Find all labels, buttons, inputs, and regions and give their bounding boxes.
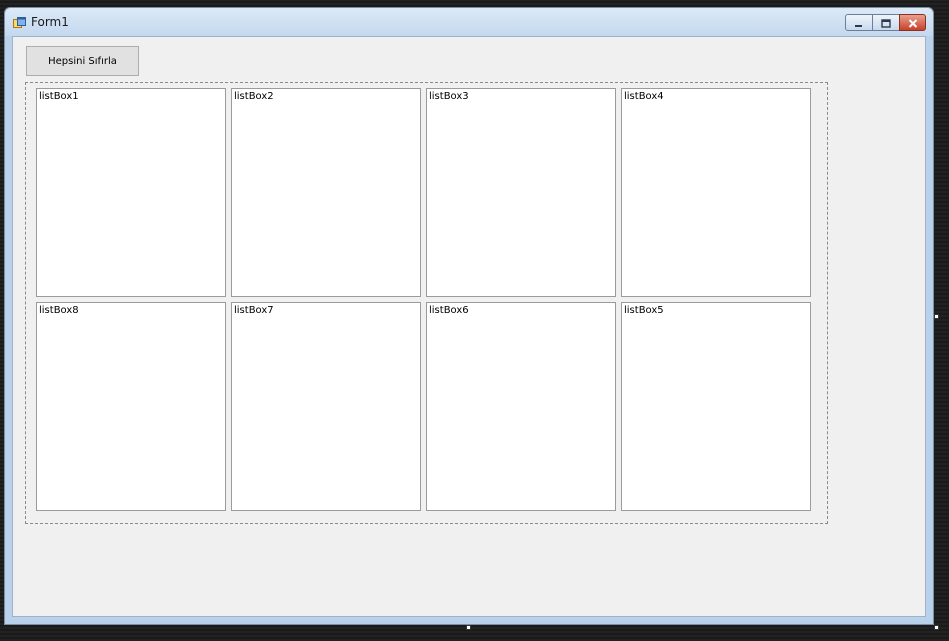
- listbox-8[interactable]: listBox8: [36, 302, 226, 511]
- form-app-icon: [13, 15, 26, 28]
- resize-handle-right[interactable]: [934, 314, 939, 319]
- listbox-label: listBox7: [234, 305, 274, 316]
- listbox-7[interactable]: listBox7: [231, 302, 421, 511]
- maximize-button[interactable]: [872, 14, 900, 31]
- minimize-button[interactable]: [845, 14, 873, 31]
- minimize-icon: [854, 13, 864, 32]
- listbox-5[interactable]: listBox5: [621, 302, 811, 511]
- window-controls: [845, 14, 926, 31]
- listbox-3[interactable]: listBox3: [426, 88, 616, 297]
- maximize-icon: [881, 13, 891, 32]
- listbox-4[interactable]: listBox4: [621, 88, 811, 297]
- listbox-label: listBox5: [624, 305, 664, 316]
- listbox-label: listBox3: [429, 91, 469, 102]
- listbox-label: listBox4: [624, 91, 664, 102]
- resize-handle-bottom[interactable]: [466, 625, 471, 630]
- reset-all-button[interactable]: Hepsini Sıfırla: [26, 46, 139, 76]
- listbox-label: listBox8: [39, 305, 79, 316]
- close-icon: [908, 13, 918, 32]
- close-button[interactable]: [899, 14, 926, 31]
- listbox-panel: listBox1 listBox2 listBox3 listBox4 list…: [25, 82, 828, 524]
- listbox-label: listBox6: [429, 305, 469, 316]
- listbox-2[interactable]: listBox2: [231, 88, 421, 297]
- listbox-label: listBox1: [39, 91, 79, 102]
- title-bar[interactable]: Form1: [5, 8, 933, 36]
- form-client-area: Hepsini Sıfırla listBox1 listBox2 listBo…: [12, 36, 926, 617]
- listbox-1[interactable]: listBox1: [36, 88, 226, 297]
- resize-handle-corner[interactable]: [934, 625, 939, 630]
- form-window: Form1 Hepsini Sıfırla listBox1 listBox2 …: [4, 7, 934, 625]
- listbox-label: listBox2: [234, 91, 274, 102]
- listbox-6[interactable]: listBox6: [426, 302, 616, 511]
- window-title: Form1: [31, 15, 69, 29]
